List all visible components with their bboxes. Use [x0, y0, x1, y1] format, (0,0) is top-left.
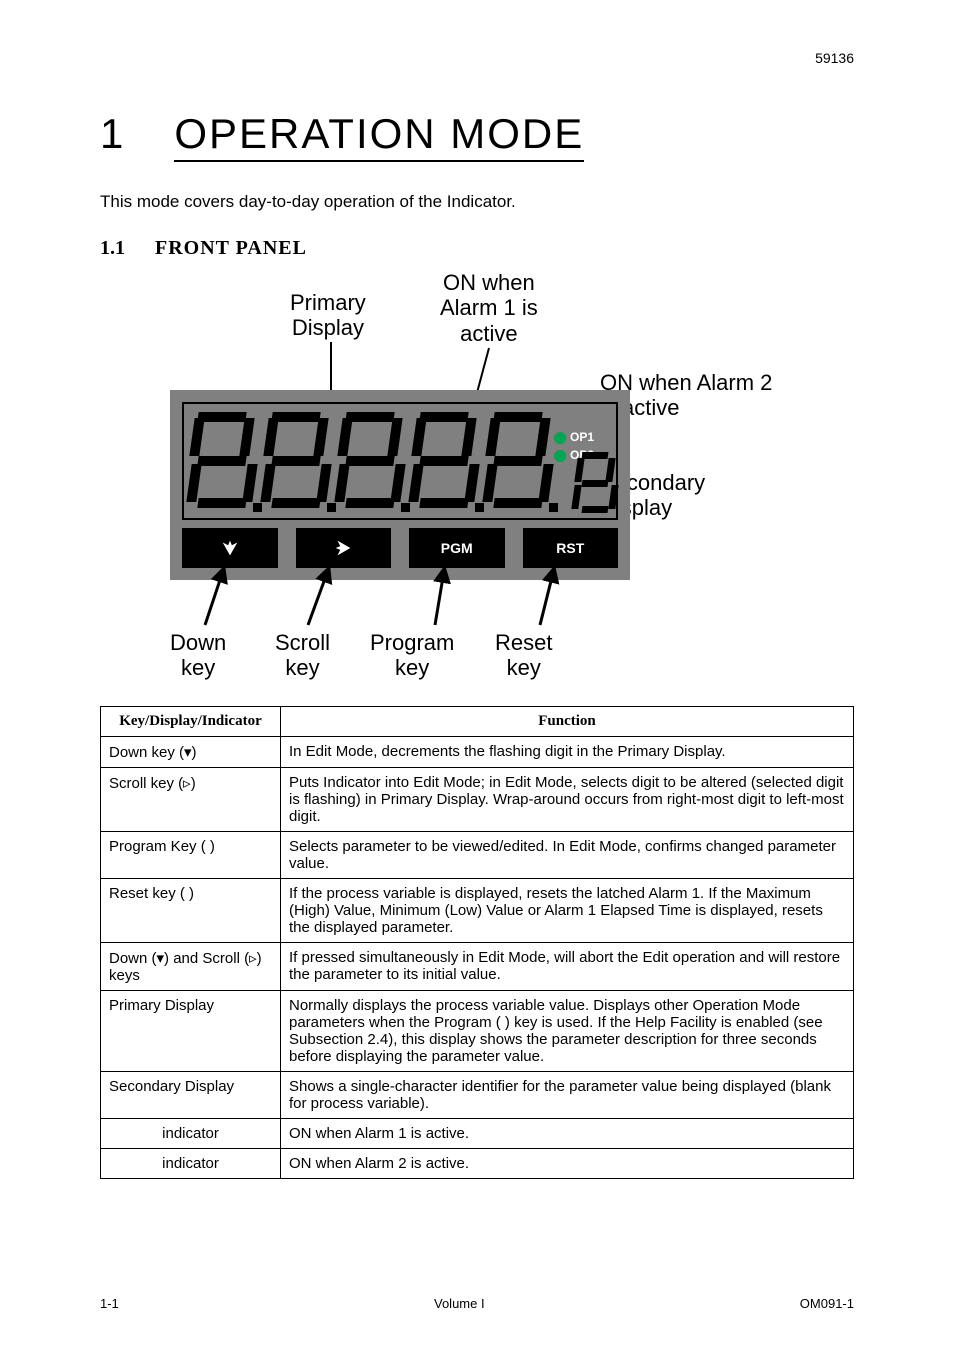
table-row: Primary Display Normally displays the pr…: [101, 991, 854, 1072]
cell-key: Program Key ( ): [101, 832, 281, 879]
table-row: Reset key ( ) If the process variable is…: [101, 879, 854, 943]
cell-func: If pressed simultaneously in Edit Mode, …: [281, 943, 854, 991]
op2-led: [554, 450, 566, 462]
cell-key: Secondary Display: [101, 1072, 281, 1119]
footer-right: OM091-1: [800, 1296, 854, 1311]
primary-digit-3: [340, 412, 400, 512]
col-header-func: Function: [281, 707, 854, 737]
label-scroll-key: Scrollkey: [275, 630, 330, 681]
table-row: Down (▾) and Scroll (▹) keys If pressed …: [101, 943, 854, 991]
front-panel-figure: PrimaryDisplay ON whenAlarm 1 isactive O…: [100, 270, 854, 700]
primary-digit-2: [266, 412, 326, 512]
intro-text: This mode covers day-to-day operation of…: [100, 192, 854, 212]
primary-digit-4: [414, 412, 474, 512]
table-row: indicator ON when Alarm 1 is active.: [101, 1119, 854, 1149]
label-alarm1: ON whenAlarm 1 isactive: [440, 270, 538, 346]
cell-key: Down (▾) and Scroll (▹) keys: [101, 943, 281, 991]
cell-key: Scroll key (▹): [101, 768, 281, 832]
op1-label: OP1: [570, 430, 594, 444]
col-header-key: Key/Display/Indicator: [101, 707, 281, 737]
cell-func: Shows a single-character identifier for …: [281, 1072, 854, 1119]
footer-center: Volume I: [434, 1296, 485, 1311]
cell-key: indicator: [101, 1149, 281, 1179]
label-reset-key: Resetkey: [495, 630, 552, 681]
cell-func: If the process variable is displayed, re…: [281, 879, 854, 943]
table-row: indicator ON when Alarm 2 is active.: [101, 1149, 854, 1179]
cell-func: Normally displays the process variable v…: [281, 991, 854, 1072]
display-frame: OP1 OP2: [182, 402, 618, 520]
cell-key: Primary Display: [101, 991, 281, 1072]
table-header-row: Key/Display/Indicator Function: [101, 707, 854, 737]
cell-key: indicator: [101, 1119, 281, 1149]
table-row: Program Key ( ) Selects parameter to be …: [101, 832, 854, 879]
label-down-key: Downkey: [170, 630, 226, 681]
chapter-heading: 1 OPERATION MODE: [100, 110, 854, 162]
table-row: Scroll key (▹) Puts Indicator into Edit …: [101, 768, 854, 832]
section-title: FRONT PANEL: [155, 237, 307, 260]
cell-func: ON when Alarm 2 is active.: [281, 1149, 854, 1179]
label-primary-display: PrimaryDisplay: [290, 290, 366, 341]
primary-digit-1: [192, 412, 252, 512]
key-leader-arrows: [170, 550, 630, 630]
secondary-digit: [576, 452, 614, 516]
cell-func: Selects parameter to be viewed/edited. I…: [281, 832, 854, 879]
cell-func: Puts Indicator into Edit Mode; in Edit M…: [281, 768, 854, 832]
doc-number: 59136: [815, 50, 854, 66]
keys-table: Key/Display/Indicator Function Down key …: [100, 706, 854, 1179]
cell-key: Down key (▾): [101, 737, 281, 768]
label-program-key: Programkey: [370, 630, 454, 681]
section-heading: 1.1 FRONT PANEL: [100, 237, 854, 260]
table-row: Down key (▾) In Edit Mode, decrements th…: [101, 737, 854, 768]
chapter-number: 1: [100, 110, 124, 158]
chapter-title: OPERATION MODE: [174, 110, 584, 162]
table-row: Secondary Display Shows a single-charact…: [101, 1072, 854, 1119]
op1-led: [554, 432, 566, 444]
section-number: 1.1: [100, 237, 125, 260]
primary-digit-5: [488, 412, 548, 512]
cell-key: Reset key ( ): [101, 879, 281, 943]
page-footer: 1-1 Volume I OM091-1: [100, 1296, 854, 1311]
footer-left: 1-1: [100, 1296, 119, 1311]
cell-func: ON when Alarm 1 is active.: [281, 1119, 854, 1149]
cell-func: In Edit Mode, decrements the flashing di…: [281, 737, 854, 768]
